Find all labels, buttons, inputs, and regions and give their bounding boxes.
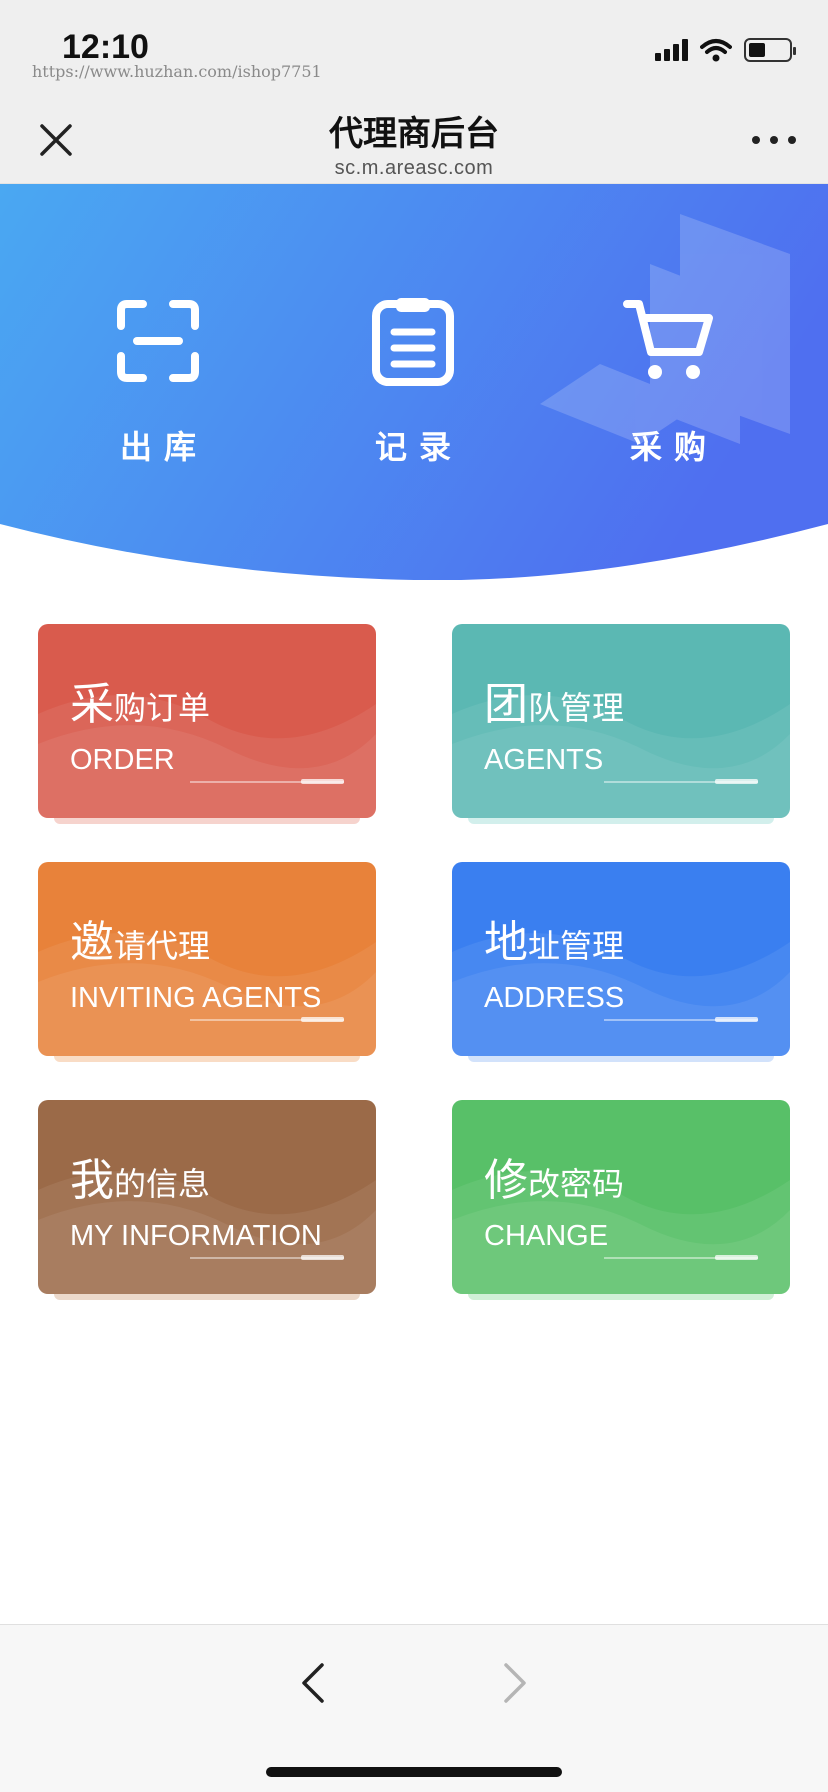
- card-title: 采购订单: [70, 679, 211, 730]
- card-inviting-agents[interactable]: 邀请代理 INVITING AGENTS: [38, 862, 376, 1062]
- quick-action-label: 采购: [629, 428, 718, 466]
- back-arrow-icon[interactable]: [296, 1661, 332, 1705]
- clipboard-icon: [372, 298, 454, 386]
- card-subtitle: ORDER: [70, 744, 175, 776]
- card-divider-accent: [715, 1017, 758, 1022]
- page-domain: sc.m.areasc.com: [334, 157, 494, 179]
- browser-toolbar: [0, 1624, 828, 1792]
- card-address[interactable]: 地址管理 ADDRESS: [452, 862, 790, 1062]
- card-subtitle: CHANGE: [484, 1220, 609, 1252]
- hero-banner: 出库 记录 采购: [0, 184, 828, 580]
- card-change-password[interactable]: 修改密码 CHANGE: [452, 1100, 790, 1300]
- card-title: 修改密码: [484, 1155, 625, 1206]
- card-divider-accent: [715, 1255, 758, 1260]
- card-divider-accent: [715, 779, 758, 784]
- battery-icon: [744, 38, 796, 62]
- forward-arrow-icon[interactable]: [496, 1661, 532, 1705]
- scan-icon: [117, 300, 199, 382]
- card-order[interactable]: 采购订单 ORDER: [38, 624, 376, 824]
- quick-action-records[interactable]: 记录: [303, 296, 523, 468]
- more-options-icon[interactable]: [752, 130, 796, 150]
- card-agents[interactable]: 团队管理 AGENTS: [452, 624, 790, 824]
- card-divider-accent: [301, 1255, 344, 1260]
- card-my-information[interactable]: 我的信息 MY INFORMATION: [38, 1100, 376, 1300]
- watermark-text: https://www.huzhan.com/ishop7751: [32, 62, 322, 81]
- screen: 12:10 https://www.huzhan.com/ishop7751 代…: [0, 0, 828, 1792]
- nav-bar: 代理商后台 sc.m.areasc.com: [0, 92, 828, 184]
- card-title: 邀请代理: [70, 917, 211, 968]
- card-divider-accent: [301, 1017, 344, 1022]
- page-title: 代理商后台: [329, 114, 499, 154]
- wifi-icon: [700, 39, 732, 62]
- status-icons: [655, 36, 796, 64]
- quick-action-purchase[interactable]: 采购: [558, 296, 778, 468]
- nav-title-group: 代理商后台 sc.m.areasc.com: [0, 106, 828, 180]
- card-subtitle: MY INFORMATION: [70, 1220, 322, 1252]
- cart-icon: [623, 300, 713, 379]
- card-title: 地址管理: [484, 917, 625, 968]
- cellular-signal-icon: [655, 39, 688, 61]
- card-subtitle: INVITING AGENTS: [70, 982, 322, 1014]
- quick-action-label: 出库: [119, 428, 208, 466]
- card-subtitle: ADDRESS: [484, 982, 625, 1014]
- quick-action-outbound[interactable]: 出库: [48, 296, 268, 468]
- card-divider-accent: [301, 779, 344, 784]
- card-subtitle: AGENTS: [484, 744, 604, 776]
- card-title: 我的信息: [70, 1155, 211, 1206]
- quick-action-label: 记录: [374, 428, 463, 466]
- status-bar: 12:10 https://www.huzhan.com/ishop7751: [0, 0, 828, 92]
- card-title: 团队管理: [484, 679, 625, 730]
- home-indicator: [266, 1767, 562, 1777]
